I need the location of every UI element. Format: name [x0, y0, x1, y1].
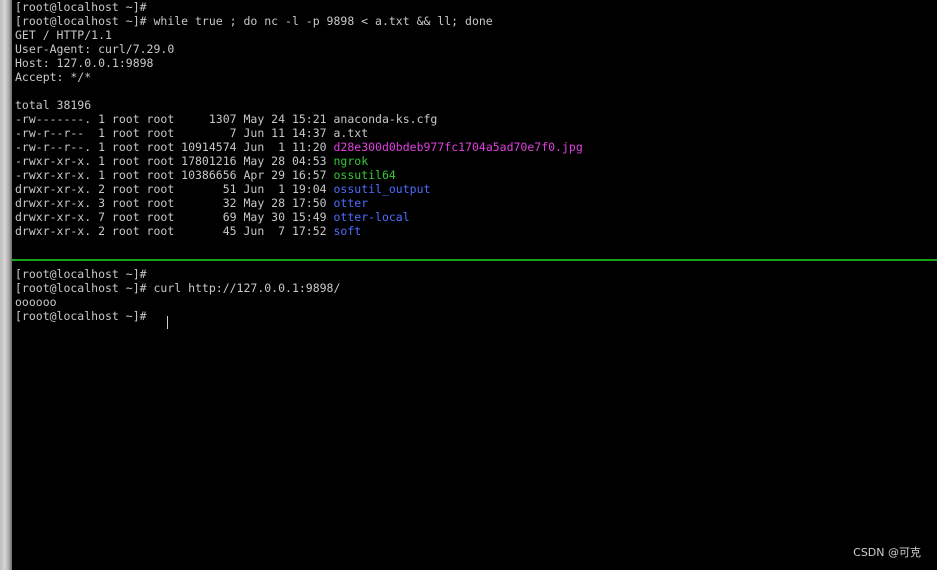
listing-meta: -rwxr-xr-x. 1 root root 10386656 Apr 29 …: [15, 168, 334, 182]
terminal-line: Host: 127.0.0.1:9898: [15, 56, 154, 70]
terminal-line: [root@localhost ~]# curl http://127.0.0.…: [15, 281, 341, 295]
listing-meta: drwxr-xr-x. 2 root root 45 Jun 7 17:52: [15, 224, 334, 238]
listing-row: -rw-r--r--. 1 root root 10914574 Jun 1 1…: [15, 140, 583, 154]
listing-filename: otter-local: [333, 210, 410, 224]
terminal-line: Accept: */*: [15, 70, 92, 84]
listing-row: drwxr-xr-x. 2 root root 51 Jun 1 19:04 o…: [15, 182, 430, 196]
listing-row: drwxr-xr-x. 3 root root 32 May 28 17:50 …: [15, 196, 368, 210]
listing-meta: drwxr-xr-x. 3 root root 32 May 28 17:50: [15, 196, 334, 210]
listing-meta: -rwxr-xr-x. 1 root root 17801216 May 28 …: [15, 154, 334, 168]
listing-filename: soft: [333, 224, 362, 238]
watermark: CSDN @可克: [853, 546, 921, 559]
listing-filename: ossutil_output: [333, 182, 431, 196]
listing-row: -rw-------. 1 root root 1307 May 24 15:2…: [15, 112, 437, 126]
listing-meta: -rw-r--r-- 1 root root 7 Jun 11 14:37: [15, 126, 334, 140]
listing-row: drwxr-xr-x. 2 root root 45 Jun 7 17:52 s…: [15, 224, 361, 238]
listing-meta: -rw-------. 1 root root 1307 May 24 15:2…: [15, 112, 334, 126]
window-left-edge: [0, 0, 12, 570]
listing-filename: ngrok: [333, 154, 369, 168]
text-cursor: [167, 316, 168, 329]
listing-row: -rwxr-xr-x. 1 root root 10386656 Apr 29 …: [15, 168, 396, 182]
listing-filename: d28e300d0bdeb977fc1704a5ad70e7f0.jpg: [333, 140, 583, 154]
listing-meta: drwxr-xr-x. 7 root root 69 May 30 15:49: [15, 210, 334, 224]
terminal-line: GET / HTTP/1.1: [15, 28, 112, 42]
terminal-line: oooooo: [15, 295, 57, 309]
top-terminal-pane[interactable]: [root@localhost ~]# [root@localhost ~]# …: [12, 0, 937, 259]
listing-filename: a.txt: [333, 126, 369, 140]
listing-filename: ossutil64: [333, 168, 396, 182]
terminal-line: total 38196: [15, 98, 92, 112]
listing-row: -rw-r--r-- 1 root root 7 Jun 11 14:37 a.…: [15, 126, 368, 140]
listing-filename: otter: [333, 196, 369, 210]
listing-row: -rwxr-xr-x. 1 root root 17801216 May 28 …: [15, 154, 368, 168]
terminal-line: [root@localhost ~]#: [15, 267, 147, 281]
listing-meta: -rw-r--r--. 1 root root 10914574 Jun 1 1…: [15, 140, 334, 154]
listing-filename: anaconda-ks.cfg: [333, 112, 438, 126]
listing-meta: drwxr-xr-x. 2 root root 51 Jun 1 19:04: [15, 182, 334, 196]
listing-row: drwxr-xr-x. 7 root root 69 May 30 15:49 …: [15, 210, 410, 224]
terminal-line: [root@localhost ~]# while true ; do nc -…: [15, 14, 493, 28]
terminal-line: User-Agent: curl/7.29.0: [15, 42, 175, 56]
terminal-line: [root@localhost ~]#: [15, 0, 147, 14]
terminal-prompt-line[interactable]: [root@localhost ~]#: [15, 309, 153, 323]
bottom-terminal-pane[interactable]: [root@localhost ~]# [root@localhost ~]# …: [12, 261, 937, 570]
